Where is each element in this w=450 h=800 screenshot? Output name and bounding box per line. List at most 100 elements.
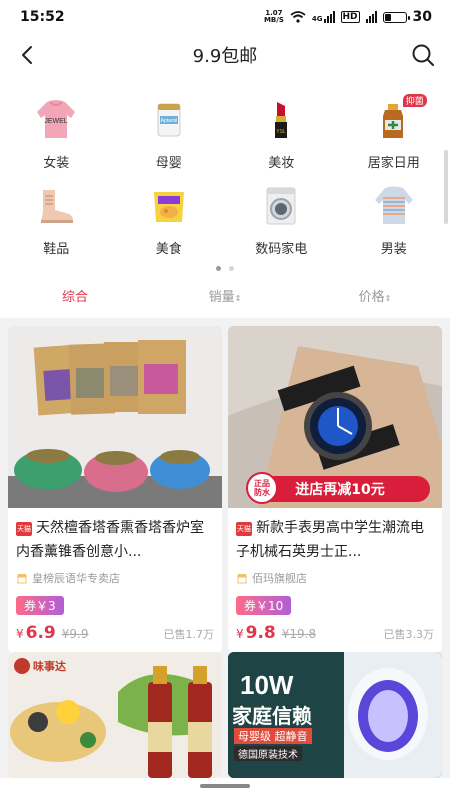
product-image-sauce: 味事达: [8, 652, 222, 778]
sort-tab-price[interactable]: 价格⇕: [300, 286, 450, 312]
product-card[interactable]: 味事达: [8, 652, 222, 778]
product-card[interactable]: 10W 家庭信赖 母婴级 超静音 德国原装技术: [228, 652, 442, 778]
product-grid: 天猫 天然檀香塔香熏香塔香炉室内香薰锥香创意小... 皇榜辰语华专卖店 券￥3 ¥…: [0, 318, 450, 778]
product-image-watch: 进店再减10元 正品 防水: [228, 326, 442, 508]
category-label: 数码家电: [255, 242, 308, 257]
category-label: 母婴: [155, 156, 182, 171]
shop-name-text: 皇榜辰语华专卖店: [32, 572, 120, 585]
back-button[interactable]: [14, 42, 40, 68]
category-label: 美食: [155, 242, 182, 257]
net-speed-unit: MB/S: [263, 16, 284, 24]
hd-label: HD: [340, 11, 360, 23]
battery-icon: [382, 11, 410, 23]
ad-subtitle-text: 家庭信赖: [232, 704, 312, 728]
signal-bars-icon-2: [365, 11, 377, 23]
sort-arrows-icon: ⇕: [384, 294, 392, 303]
product-title: 天猫 天然檀香塔香熏香塔香炉室内香薰锥香创意小...: [8, 508, 222, 564]
ad-line-text: 母婴级 超静音: [238, 730, 308, 743]
shop-name: 佰玛旗舰店: [228, 564, 442, 586]
ad-subtitle: 家庭信赖: [232, 700, 312, 729]
category-item-women[interactable]: JEWEL 女装: [0, 92, 113, 178]
battery-percent: 30: [412, 9, 432, 25]
sort-bar: 综合 销量⇕ 价格⇕: [0, 286, 450, 312]
top-nav: 9.9包邮: [0, 34, 450, 76]
category-item-men[interactable]: 男装: [338, 178, 450, 264]
product-title: 天猫 新款手表男高中学生潮流电子机械石英男士正...: [228, 508, 442, 564]
chevron-left-icon: [22, 46, 32, 64]
wifi-icon: [290, 11, 306, 23]
washing-machine-icon: [258, 182, 304, 228]
signal-label: 4G: [311, 15, 323, 23]
lipstick-icon: YSL: [258, 96, 304, 142]
price-row: ¥ 6.9 ¥9.9 已售1.7万: [8, 615, 222, 653]
seal-text: 正品: [254, 479, 270, 488]
product-image-mosquito-lamp: 10W 家庭信赖 母婴级 超静音 德国原装技术: [228, 652, 442, 778]
product-card[interactable]: 天猫 天然檀香塔香熏香塔香炉室内香薰锥香创意小... 皇榜辰语华专卖店 券￥3 ¥…: [8, 326, 222, 653]
sold-count: 已售3.3万: [383, 628, 435, 641]
ad-line-2-text: 德国原装技术: [238, 750, 298, 761]
net-speed: 1.07 MB/S: [264, 10, 284, 24]
sort-arrows-icon: ⇕: [234, 294, 242, 303]
page-title: 9.9包邮: [192, 46, 258, 67]
product-card[interactable]: 进店再减10元 正品 防水 天猫 新款手表男高中学生潮流电子机械石英男士正... …: [228, 326, 442, 653]
brand-logo-text: 味事达: [33, 660, 66, 673]
brand-seal-icon: [14, 658, 30, 674]
promo-banner-text: 进店再减10元: [295, 482, 385, 498]
category-label: 男装: [380, 242, 407, 257]
store-icon: [237, 573, 247, 583]
status-bar: 15:52 1.07 MB/S 4G HD 30: [0, 0, 450, 34]
signal-4g: 4G: [312, 11, 335, 23]
currency-symbol: ¥: [16, 627, 24, 641]
genuine-waterproof-seal: 正品 防水: [246, 472, 278, 504]
category-item-beauty[interactable]: YSL 美妆: [225, 92, 338, 178]
boot-icon: [33, 182, 79, 228]
tmall-badge: 天猫: [16, 522, 32, 536]
sale-price: 6.9: [25, 623, 56, 643]
shop-name-text: 佰玛旗舰店: [252, 572, 307, 585]
category-item-baby[interactable]: Aptamil 母婴: [113, 92, 226, 178]
scrollbar[interactable]: [444, 150, 448, 224]
home-indicator[interactable]: [200, 784, 250, 788]
sold-count: 已售1.7万: [163, 628, 215, 641]
page-dot-active[interactable]: [216, 266, 221, 271]
category-label: 居家日用: [367, 156, 420, 171]
category-item-digital[interactable]: 数码家电: [225, 178, 338, 264]
sort-tab-label: 价格: [358, 290, 385, 305]
status-icons: 1.07 MB/S 4G HD 30: [264, 9, 432, 25]
page-dot[interactable]: [229, 266, 234, 271]
category-label: 鞋品: [43, 242, 70, 257]
category-item-home[interactable]: 抑菌 居家日用: [338, 92, 450, 178]
original-price: ¥19.8: [281, 627, 317, 641]
coupon-badge: 券￥10: [236, 596, 292, 615]
category-badge: 抑菌: [402, 94, 427, 107]
product-image-incense: [8, 326, 222, 508]
sort-tab-sales[interactable]: 销量⇕: [150, 286, 300, 312]
search-button[interactable]: [410, 42, 436, 68]
svg-text:YSL: YSL: [277, 129, 287, 135]
category-grid: JEWEL 女装 Aptamil 母婴 YSL 美妆 抑菌 居家日用 鞋品 美食…: [0, 92, 450, 264]
price-row: ¥ 9.8 ¥19.8 已售3.3万: [228, 615, 442, 653]
page-indicator: [0, 266, 450, 271]
seal-text: 防水: [254, 488, 270, 497]
sweater-icon: JEWEL: [33, 96, 79, 142]
signal-bars-icon: [323, 11, 335, 23]
original-price: ¥9.9: [61, 627, 89, 641]
store-icon: [17, 573, 27, 583]
sale-price: 9.8: [245, 623, 276, 643]
category-item-food[interactable]: 美食: [113, 178, 226, 264]
tmall-badge: 天猫: [236, 522, 252, 536]
ad-line: 母婴级 超静音: [234, 728, 312, 744]
incense-bags: [33, 340, 186, 416]
incense-burners: [14, 449, 210, 492]
svg-text:JEWEL: JEWEL: [45, 118, 68, 125]
snack-icon: [146, 182, 192, 228]
ad-line-2: 德国原装技术: [234, 746, 302, 761]
category-item-shoes[interactable]: 鞋品: [0, 178, 113, 264]
category-label: 美妆: [268, 156, 295, 171]
status-time: 15:52: [20, 9, 65, 25]
product-title-text: 天然檀香塔香熏香塔香炉室内香薰锥香创意小...: [16, 520, 204, 560]
ad-title-text: 10W: [240, 670, 294, 700]
coupon-badge: 券￥3: [16, 596, 64, 615]
svg-text:Aptamil: Aptamil: [160, 118, 177, 124]
sort-tab-comprehensive[interactable]: 综合: [0, 286, 150, 312]
